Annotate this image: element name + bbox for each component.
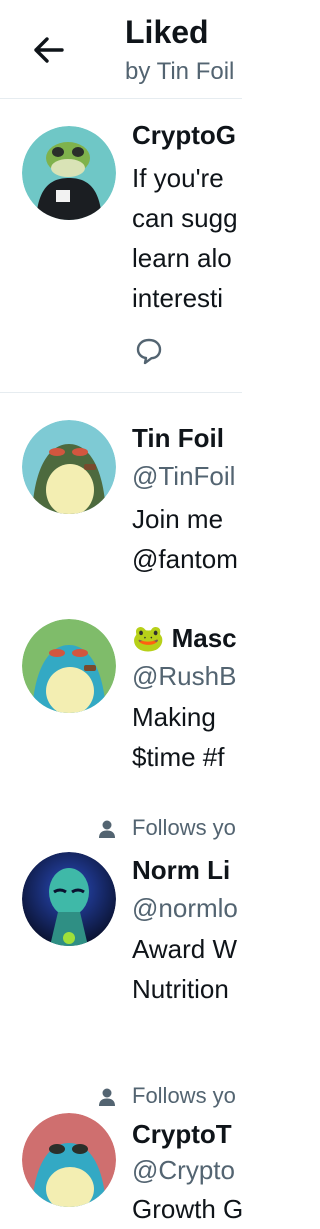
user-cell[interactable]: Follows yo Norm Li @normlo Award W Nutri… — [0, 803, 242, 1061]
avatar[interactable] — [22, 126, 116, 220]
user-handle: @RushB — [132, 661, 237, 691]
tweet-text-line-1: If you're — [132, 163, 224, 193]
liked-tweet[interactable]: CryptoG If you're can sugg learn alo int… — [0, 0, 242, 392]
user-name[interactable]: CryptoT — [132, 1119, 232, 1150]
avatar[interactable] — [22, 1113, 116, 1207]
user-name[interactable]: 🐸 Masc — [132, 623, 237, 654]
user-handle: @TinFoil — [132, 461, 236, 491]
user-cell[interactable]: 🐸 Masc @RushB Making $time #f — [0, 593, 242, 803]
user-bio-line-1: Join me — [132, 504, 224, 534]
person-icon — [99, 820, 115, 838]
follows-you-context: Follows yo — [96, 815, 242, 843]
tweet-text-line-2: can sugg — [132, 203, 238, 233]
avatar[interactable] — [22, 420, 116, 514]
avatar[interactable] — [22, 619, 116, 713]
user-bio-line-1: Growth G — [132, 1194, 244, 1224]
person-icon — [99, 1088, 115, 1106]
user-handle: @Crypto — [132, 1155, 235, 1185]
follows-you-context: Follows yo — [96, 1083, 242, 1111]
reply-icon[interactable] — [134, 335, 164, 365]
tweet-author-name[interactable]: CryptoG — [132, 120, 236, 151]
user-bio-line-2: $time #f — [132, 742, 225, 772]
user-bio-line-2: @fantom — [132, 544, 238, 574]
tweet-text-line-3: learn alo — [132, 243, 232, 273]
user-name[interactable]: Norm Li — [132, 855, 230, 886]
follows-you-text: Follows yo — [132, 815, 236, 840]
user-handle: @normlo — [132, 893, 238, 923]
user-cell[interactable]: Tin Foil @TinFoil Join me @fantom — [0, 393, 242, 593]
follows-you-text: Follows yo — [132, 1083, 236, 1108]
user-bio-line-1: Award W — [132, 934, 237, 964]
user-name[interactable]: Tin Foil — [132, 423, 224, 454]
avatar[interactable] — [22, 852, 116, 946]
user-bio-line-2: Nutrition — [132, 974, 229, 1004]
tweet-text-line-4: interesti — [132, 283, 224, 313]
user-bio-line-1: Making — [132, 702, 216, 732]
user-cell[interactable]: Follows yo CryptoT @Crypto Growth G — [0, 1061, 243, 1224]
